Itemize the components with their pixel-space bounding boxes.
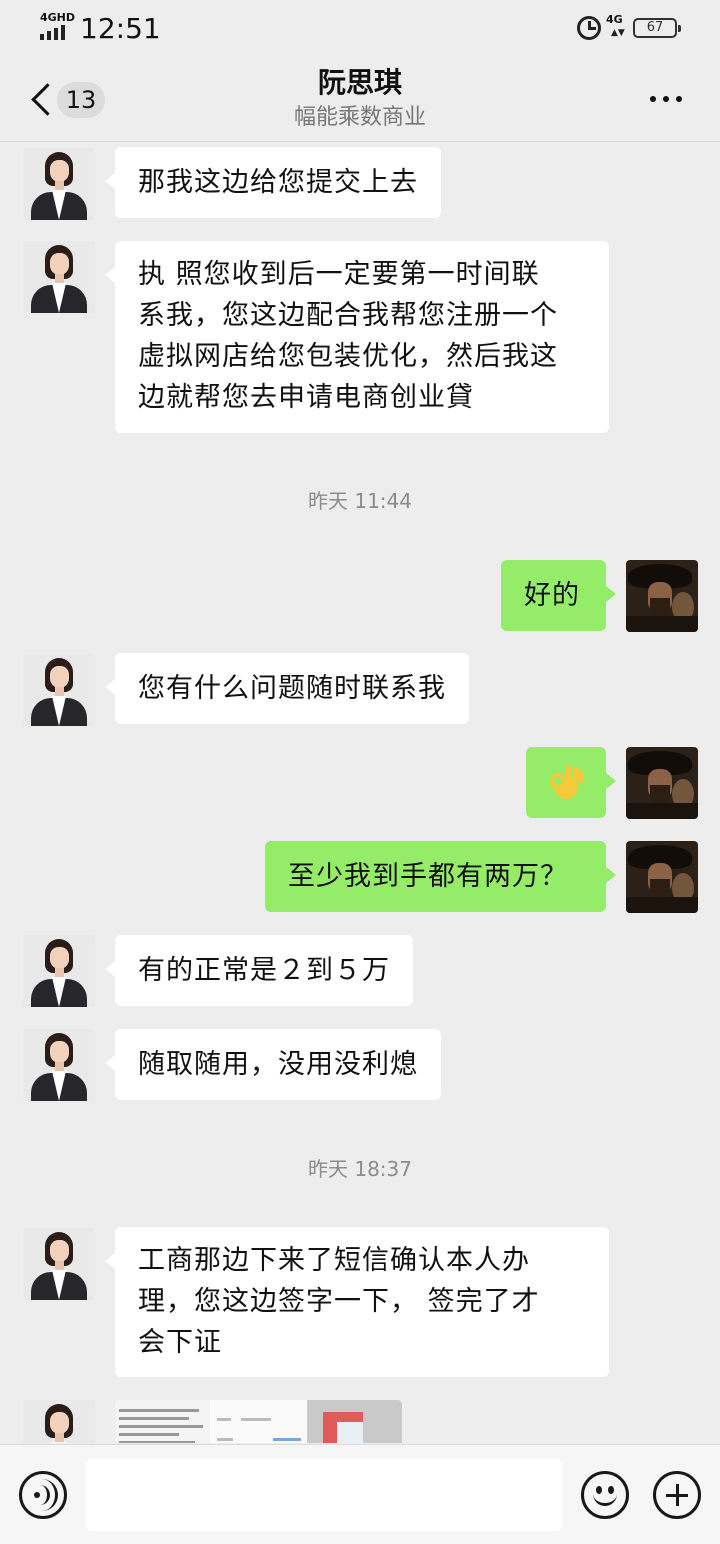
my-avatar[interactable] <box>626 747 698 819</box>
my-avatar[interactable] <box>626 841 698 913</box>
message-line: 会下证 <box>138 1327 222 1358</box>
my-avatar[interactable] <box>626 560 698 632</box>
message-text: 有的正常是２到５万 <box>138 955 390 986</box>
outgoing-message[interactable]: 至少我到手都有两万？ <box>265 841 616 912</box>
incoming-message[interactable]: 那我这边给您提交上去 <box>105 147 441 218</box>
chat-title: 阮思琪 <box>317 66 402 99</box>
message-line: 系我，您这边配合我帮您注册一个 <box>138 300 558 331</box>
contact-avatar[interactable] <box>23 1029 95 1101</box>
status-bar: 4GHD 12:51 4G ▲▼ 67 <box>0 0 720 56</box>
voice-icon[interactable] <box>19 1471 67 1519</box>
message-line: 工商那边下来了短信确认本人办 <box>138 1245 530 1276</box>
contact-avatar[interactable] <box>23 935 95 1007</box>
message-line: 虚拟网店给您包装优化，然后我这 <box>138 341 558 372</box>
message-text: 随取随用，没用没利熄 <box>138 1049 418 1080</box>
message-text: 好的 <box>524 580 580 611</box>
message-input[interactable] <box>86 1459 562 1531</box>
status-time: 12:51 <box>80 12 161 45</box>
contact-avatar[interactable] <box>23 241 95 313</box>
network-type-right: 4G <box>606 13 623 26</box>
alarm-icon <box>577 16 601 40</box>
signal-icon: 4GHD <box>40 11 76 42</box>
input-bar <box>0 1444 720 1544</box>
chat-header: 13 阮思琪 幅能乘数商业 <box>0 56 720 142</box>
ok-hand-icon <box>548 765 584 801</box>
contact-avatar[interactable] <box>23 148 95 220</box>
outgoing-emoji-message[interactable] <box>526 747 616 818</box>
document-screenshot-image[interactable] <box>115 1400 402 1443</box>
timestamp: 昨天 18:37 <box>308 1157 412 1181</box>
battery-level: 67 <box>646 20 664 35</box>
incoming-message[interactable]: 随取随用，没用没利熄 <box>105 1029 441 1100</box>
chat-subtitle: 幅能乘数商业 <box>293 105 426 130</box>
emoji-icon[interactable] <box>581 1471 629 1519</box>
incoming-message[interactable]: 执 照您收到后一定要第一时间联 系我，您这边配合我帮您注册一个 虚拟网店给您包装… <box>105 241 609 433</box>
network-type-left: 4GHD <box>40 11 76 24</box>
incoming-message[interactable]: 工商那边下来了短信确认本人办 理，您这边签字一下， 签完了才 会下证 <box>105 1227 609 1377</box>
message-text: 至少我到手都有两万？ <box>288 861 568 892</box>
contact-avatar[interactable] <box>23 1228 95 1300</box>
data-activity-icon: ▲▼ <box>611 28 625 38</box>
plus-icon[interactable] <box>653 1471 701 1519</box>
battery-icon: 67 <box>633 18 681 38</box>
message-list[interactable]: 那我这边给您提交上去 执 照您收到后一定要第一时间联 系我，您这边配合我帮您注册… <box>0 143 720 1443</box>
message-text: 那我这边给您提交上去 <box>138 167 418 198</box>
more-icon[interactable] <box>650 96 682 102</box>
message-line: 边就帮您去申请电商创业貸 <box>138 382 474 413</box>
contact-avatar[interactable] <box>23 654 95 726</box>
message-text: 您有什么问题随时联系我 <box>138 673 446 704</box>
incoming-message[interactable]: 您有什么问题随时联系我 <box>105 653 469 724</box>
message-line: 执 照您收到后一定要第一时间联 <box>138 259 540 290</box>
incoming-message[interactable]: 有的正常是２到５万 <box>105 935 413 1006</box>
timestamp: 昨天 11:44 <box>308 489 412 513</box>
message-line: 理，您这边签字一下， 签完了才 <box>138 1286 540 1317</box>
outgoing-message[interactable]: 好的 <box>501 560 616 631</box>
contact-avatar[interactable] <box>23 1400 95 1443</box>
